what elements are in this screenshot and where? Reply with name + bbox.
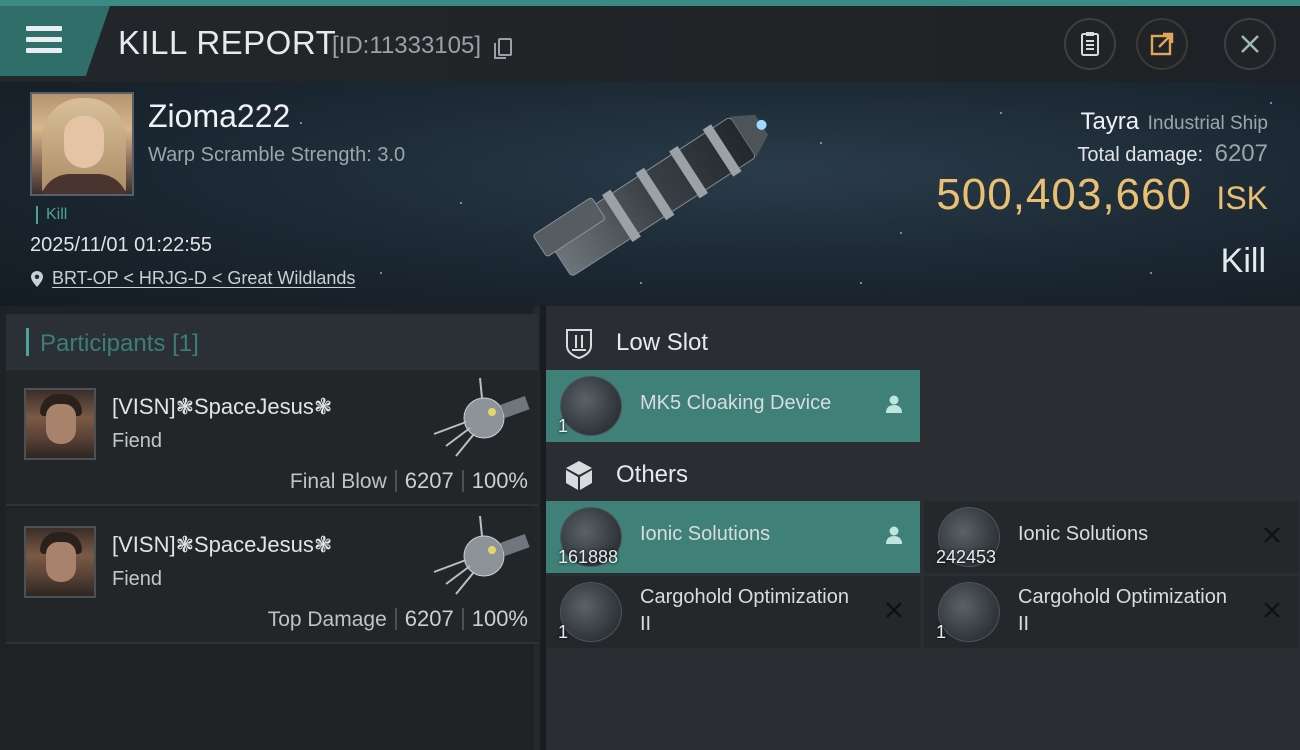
item-name: Ionic Solutions	[1018, 523, 1149, 545]
share-button[interactable]	[1136, 18, 1188, 70]
participants-count: [1]	[172, 330, 199, 357]
clipboard-report-icon	[1081, 32, 1099, 56]
cargo-box-icon	[566, 461, 592, 490]
low-slot-icon	[566, 329, 592, 360]
kill-timestamp: 2025/11/01 01:22:55	[30, 234, 213, 256]
location-text: BRT-OP < HRJG-D < Great Wildlands	[52, 268, 356, 288]
hamburger-menu-icon[interactable]	[26, 24, 62, 56]
destroyed-x-icon	[1264, 602, 1280, 618]
participants-title: Participants [1]	[40, 330, 199, 358]
participant-avatar[interactable]	[24, 388, 96, 460]
victim-ship-name[interactable]: Tayra	[1080, 108, 1139, 135]
item-quantity: 1	[936, 622, 947, 642]
result-label: Kill	[1220, 242, 1266, 280]
participants-panel: Participants [1] [VISN]❃SpaceJesus❃ Fien…	[0, 306, 540, 750]
share-export-icon	[1150, 32, 1174, 56]
participant-damage: 6207	[404, 606, 454, 631]
fitting-item[interactable]: 161888 Ionic Solutions	[546, 501, 920, 573]
low-slot-header: Low Slot	[546, 314, 1300, 372]
participant-row[interactable]: [VISN]❃SpaceJesus❃ Fiend Final Blow 6207 1…	[6, 370, 538, 506]
total-damage-label: Total damage:	[1077, 144, 1204, 166]
others-title: Others	[616, 461, 689, 488]
participant-damage: 6207	[404, 468, 454, 493]
item-name: Cargohold Optimization II	[640, 586, 849, 635]
item-quantity: 1	[558, 416, 569, 436]
isk-value-line: 500,403,660 ISK	[936, 170, 1268, 220]
participant-avatar[interactable]	[24, 526, 96, 598]
fitting-item[interactable]: 1 MK5 Cloaking Device	[546, 370, 920, 442]
clipboard-report-button[interactable]	[1064, 18, 1116, 70]
warp-scramble-strength: Warp Scramble Strength: 3.0	[148, 144, 406, 166]
header-bar: KILL REPORT [ID:11333105]	[0, 6, 1300, 82]
participant-damage-label: Top Damage	[267, 608, 387, 631]
close-button[interactable]	[1224, 18, 1276, 70]
report-id: [ID:11333105]	[332, 32, 482, 59]
cargohold-optimization-icon	[938, 582, 1000, 642]
item-quantity: 161888	[558, 547, 619, 567]
participants-title-text: Participants	[40, 330, 166, 357]
participant-name: [VISN]❃SpaceJesus❃	[112, 394, 333, 419]
participant-row[interactable]: [VISN]❃SpaceJesus❃ Fiend Top Damage 6207 1…	[6, 508, 538, 644]
dropped-person-icon	[886, 526, 902, 544]
cloaking-device-icon	[560, 376, 622, 436]
item-quantity: 242453	[936, 547, 997, 567]
victim-ship-image	[533, 114, 769, 276]
total-damage-value: 6207	[1214, 140, 1268, 167]
page-title: KILL REPORT	[118, 24, 337, 61]
dropped-person-icon	[886, 395, 902, 413]
close-icon	[1241, 35, 1259, 53]
fitting-panel: Low Slot 1 MK5 Cloaking Device Others 16…	[546, 306, 1300, 750]
copy-id-icon[interactable]	[494, 38, 512, 59]
item-quantity: 1	[558, 622, 569, 642]
participants-header: Participants [1]	[6, 314, 538, 370]
cargohold-optimization-icon	[560, 582, 622, 642]
fitting-item[interactable]: 1 Cargohold Optimization II	[924, 576, 1298, 648]
kill-tag: Kill	[36, 206, 67, 224]
victim-avatar[interactable]	[30, 92, 134, 196]
item-name: Cargohold Optimization II	[1018, 586, 1227, 635]
destroyed-x-icon	[1264, 527, 1280, 543]
item-name: MK5 Cloaking Device	[640, 392, 832, 414]
participant-ship-icon	[433, 377, 530, 457]
victim-name[interactable]: Zioma222	[148, 98, 290, 135]
low-slot-title: Low Slot	[616, 329, 709, 356]
participant-blow-label: Final Blow	[289, 470, 387, 493]
participant-percent: 100%	[471, 468, 528, 493]
destroyed-x-icon	[886, 602, 902, 618]
location-link[interactable]: BRT-OP < HRJG-D < Great Wildlands	[30, 268, 355, 289]
participant-percent: 100%	[471, 606, 528, 631]
fitting-item[interactable]: 242453 Ionic Solutions	[924, 501, 1298, 573]
participant-ship: Fiend	[112, 430, 163, 452]
participant-ship-icon	[433, 515, 530, 595]
participant-stats: Top Damage 6207 100%	[268, 606, 528, 632]
participant-ship: Fiend	[112, 568, 163, 590]
victim-banner: Zioma222 Warp Scramble Strength: 3.0 Kil…	[0, 82, 1300, 306]
location-pin-icon	[31, 270, 43, 287]
isk-unit: ISK	[1216, 180, 1268, 216]
total-damage-line: Total damage: 6207	[1077, 140, 1268, 168]
participant-name: [VISN]❃SpaceJesus❃	[112, 532, 333, 557]
item-name: Ionic Solutions	[640, 523, 771, 545]
others-header: Others	[546, 446, 1300, 504]
isk-value: 500,403,660	[936, 170, 1192, 219]
participant-stats: Final Blow 6207 100%	[290, 468, 528, 494]
fitting-item[interactable]: 1 Cargohold Optimization II	[546, 576, 920, 648]
victim-ship-line: Tayra Industrial Ship	[1080, 108, 1268, 136]
victim-ship-class: Industrial Ship	[1147, 113, 1268, 134]
